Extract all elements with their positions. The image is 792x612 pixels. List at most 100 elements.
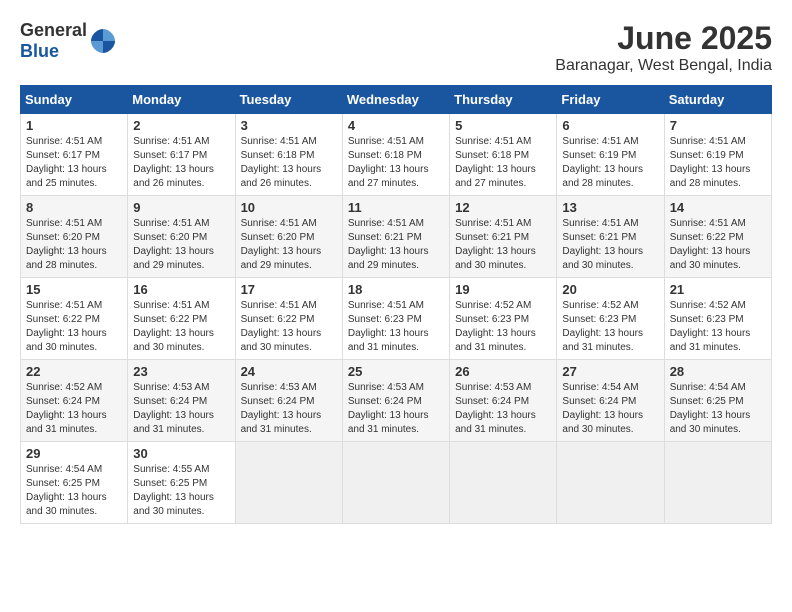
day-info-1: Sunrise: 4:51 AMSunset: 6:17 PMDaylight:… bbox=[26, 135, 122, 191]
empty-cell bbox=[342, 442, 449, 524]
day-cell-20: 20 Sunrise: 4:52 AMSunset: 6:23 PMDayligh… bbox=[557, 278, 664, 360]
day-info-24: Sunrise: 4:53 AMSunset: 6:24 PMDaylight:… bbox=[241, 381, 337, 437]
day-number-30: 30 bbox=[133, 446, 229, 461]
day-number-11: 11 bbox=[348, 200, 444, 215]
col-wednesday: Wednesday bbox=[342, 86, 449, 114]
day-cell-6: 6 Sunrise: 4:51 AMSunset: 6:19 PMDaylight… bbox=[557, 114, 664, 196]
day-number-4: 4 bbox=[348, 118, 444, 133]
col-sunday: Sunday bbox=[21, 86, 128, 114]
day-info-30: Sunrise: 4:55 AMSunset: 6:25 PMDaylight:… bbox=[133, 463, 229, 519]
logo-blue: Blue bbox=[20, 41, 59, 61]
day-cell-27: 27 Sunrise: 4:54 AMSunset: 6:24 PMDayligh… bbox=[557, 360, 664, 442]
day-cell-2: 2 Sunrise: 4:51 AMSunset: 6:17 PMDaylight… bbox=[128, 114, 235, 196]
day-info-29: Sunrise: 4:54 AMSunset: 6:25 PMDaylight:… bbox=[26, 463, 122, 519]
day-number-29: 29 bbox=[26, 446, 122, 461]
day-number-17: 17 bbox=[241, 282, 337, 297]
day-cell-30: 30 Sunrise: 4:55 AMSunset: 6:25 PMDayligh… bbox=[128, 442, 235, 524]
calendar-row-5: 29 Sunrise: 4:54 AMSunset: 6:25 PMDayligh… bbox=[21, 442, 772, 524]
day-cell-29: 29 Sunrise: 4:54 AMSunset: 6:25 PMDayligh… bbox=[21, 442, 128, 524]
day-cell-10: 10 Sunrise: 4:51 AMSunset: 6:20 PMDayligh… bbox=[235, 196, 342, 278]
day-info-7: Sunrise: 4:51 AMSunset: 6:19 PMDaylight:… bbox=[670, 135, 766, 191]
day-cell-4: 4Sunrise: 4:51 AMSunset: 6:18 PMDaylight… bbox=[342, 114, 449, 196]
day-number-19: 19 bbox=[455, 282, 551, 297]
logo: General Blue bbox=[20, 20, 117, 62]
day-number-28: 28 bbox=[670, 364, 766, 379]
day-cell-16: 16Sunrise: 4:51 AMSunset: 6:22 PMDayligh… bbox=[128, 278, 235, 360]
day-cell-28: 28Sunrise: 4:54 AMSunset: 6:25 PMDayligh… bbox=[664, 360, 771, 442]
day-cell-24: 24 Sunrise: 4:53 AMSunset: 6:24 PMDayligh… bbox=[235, 360, 342, 442]
day-cell-8: 8 Sunrise: 4:51 AMSunset: 6:20 PMDaylight… bbox=[21, 196, 128, 278]
day-number-7: 7 bbox=[670, 118, 766, 133]
day-cell-26: 26 Sunrise: 4:53 AMSunset: 6:24 PMDayligh… bbox=[450, 360, 557, 442]
day-cell-9: 9 Sunrise: 4:51 AMSunset: 6:20 PMDaylight… bbox=[128, 196, 235, 278]
day-info-26: Sunrise: 4:53 AMSunset: 6:24 PMDaylight:… bbox=[455, 381, 551, 437]
day-number-3: 3 bbox=[241, 118, 337, 133]
day-cell-25: 25 Sunrise: 4:53 AMSunset: 6:24 PMDayligh… bbox=[342, 360, 449, 442]
day-info-21: Sunrise: 4:52 AMSunset: 6:23 PMDaylight:… bbox=[670, 299, 766, 355]
day-cell-17: 17Sunrise: 4:51 AMSunset: 6:22 PMDayligh… bbox=[235, 278, 342, 360]
col-tuesday: Tuesday bbox=[235, 86, 342, 114]
day-number-27: 27 bbox=[562, 364, 658, 379]
day-number-6: 6 bbox=[562, 118, 658, 133]
day-number-2: 2 bbox=[133, 118, 229, 133]
day-info-25: Sunrise: 4:53 AMSunset: 6:24 PMDaylight:… bbox=[348, 381, 444, 437]
day-info-3: Sunrise: 4:51 AMSunset: 6:18 PMDaylight:… bbox=[241, 135, 337, 191]
day-info-22: Sunrise: 4:52 AMSunset: 6:24 PMDaylight:… bbox=[26, 381, 122, 437]
day-info-20: Sunrise: 4:52 AMSunset: 6:23 PMDaylight:… bbox=[562, 299, 658, 355]
day-cell-5: 5 Sunrise: 4:51 AMSunset: 6:18 PMDaylight… bbox=[450, 114, 557, 196]
day-cell-7: 7 Sunrise: 4:51 AMSunset: 6:19 PMDaylight… bbox=[664, 114, 771, 196]
day-number-14: 14 bbox=[670, 200, 766, 215]
day-number-10: 10 bbox=[241, 200, 337, 215]
day-info-5: Sunrise: 4:51 AMSunset: 6:18 PMDaylight:… bbox=[455, 135, 551, 191]
day-cell-18: 18Sunrise: 4:51 AMSunset: 6:23 PMDayligh… bbox=[342, 278, 449, 360]
day-info-2: Sunrise: 4:51 AMSunset: 6:17 PMDaylight:… bbox=[133, 135, 229, 191]
day-info-10: Sunrise: 4:51 AMSunset: 6:20 PMDaylight:… bbox=[241, 217, 337, 273]
day-cell-11: 11Sunrise: 4:51 AMSunset: 6:21 PMDayligh… bbox=[342, 196, 449, 278]
day-cell-12: 12 Sunrise: 4:51 AMSunset: 6:21 PMDayligh… bbox=[450, 196, 557, 278]
logo-icon bbox=[89, 27, 117, 55]
day-number-25: 25 bbox=[348, 364, 444, 379]
day-number-20: 20 bbox=[562, 282, 658, 297]
day-cell-19: 19 Sunrise: 4:52 AMSunset: 6:23 PMDayligh… bbox=[450, 278, 557, 360]
day-info-27: Sunrise: 4:54 AMSunset: 6:24 PMDaylight:… bbox=[562, 381, 658, 437]
day-info-9: Sunrise: 4:51 AMSunset: 6:20 PMDaylight:… bbox=[133, 217, 229, 273]
day-cell-13: 13Sunrise: 4:51 AMSunset: 6:21 PMDayligh… bbox=[557, 196, 664, 278]
day-info-8: Sunrise: 4:51 AMSunset: 6:20 PMDaylight:… bbox=[26, 217, 122, 273]
day-cell-15: 15 Sunrise: 4:51 AMSunset: 6:22 PMDayligh… bbox=[21, 278, 128, 360]
day-number-24: 24 bbox=[241, 364, 337, 379]
day-cell-22: 22 Sunrise: 4:52 AMSunset: 6:24 PMDayligh… bbox=[21, 360, 128, 442]
day-number-22: 22 bbox=[26, 364, 122, 379]
day-number-12: 12 bbox=[455, 200, 551, 215]
day-info-12: Sunrise: 4:51 AMSunset: 6:21 PMDaylight:… bbox=[455, 217, 551, 273]
day-info-18: Sunrise: 4:51 AMSunset: 6:23 PMDaylight:… bbox=[348, 299, 444, 355]
day-cell-1: 1 Sunrise: 4:51 AMSunset: 6:17 PMDaylight… bbox=[21, 114, 128, 196]
day-info-6: Sunrise: 4:51 AMSunset: 6:19 PMDaylight:… bbox=[562, 135, 658, 191]
day-number-8: 8 bbox=[26, 200, 122, 215]
day-cell-23: 23Sunrise: 4:53 AMSunset: 6:24 PMDayligh… bbox=[128, 360, 235, 442]
day-number-1: 1 bbox=[26, 118, 122, 133]
header-row: Sunday Monday Tuesday Wednesday Thursday… bbox=[21, 86, 772, 114]
header: General Blue June 2025 Baranagar, West B… bbox=[20, 20, 772, 75]
logo-text: General Blue bbox=[20, 20, 87, 62]
calendar-row-3: 15 Sunrise: 4:51 AMSunset: 6:22 PMDayligh… bbox=[21, 278, 772, 360]
empty-cell bbox=[664, 442, 771, 524]
day-number-26: 26 bbox=[455, 364, 551, 379]
day-number-9: 9 bbox=[133, 200, 229, 215]
logo-general: General bbox=[20, 20, 87, 40]
empty-cell bbox=[235, 442, 342, 524]
day-number-15: 15 bbox=[26, 282, 122, 297]
col-friday: Friday bbox=[557, 86, 664, 114]
month-title: June 2025 bbox=[555, 20, 772, 57]
day-info-19: Sunrise: 4:52 AMSunset: 6:23 PMDaylight:… bbox=[455, 299, 551, 355]
calendar-row-2: 8 Sunrise: 4:51 AMSunset: 6:20 PMDaylight… bbox=[21, 196, 772, 278]
day-number-23: 23 bbox=[133, 364, 229, 379]
day-info-14: Sunrise: 4:51 AMSunset: 6:22 PMDaylight:… bbox=[670, 217, 766, 273]
col-thursday: Thursday bbox=[450, 86, 557, 114]
day-info-13: Sunrise: 4:51 AMSunset: 6:21 PMDaylight:… bbox=[562, 217, 658, 273]
day-cell-3: 3 Sunrise: 4:51 AMSunset: 6:18 PMDaylight… bbox=[235, 114, 342, 196]
col-monday: Monday bbox=[128, 86, 235, 114]
day-info-15: Sunrise: 4:51 AMSunset: 6:22 PMDaylight:… bbox=[26, 299, 122, 355]
day-number-5: 5 bbox=[455, 118, 551, 133]
title-area: June 2025 Baranagar, West Bengal, India bbox=[555, 20, 772, 75]
empty-cell bbox=[557, 442, 664, 524]
